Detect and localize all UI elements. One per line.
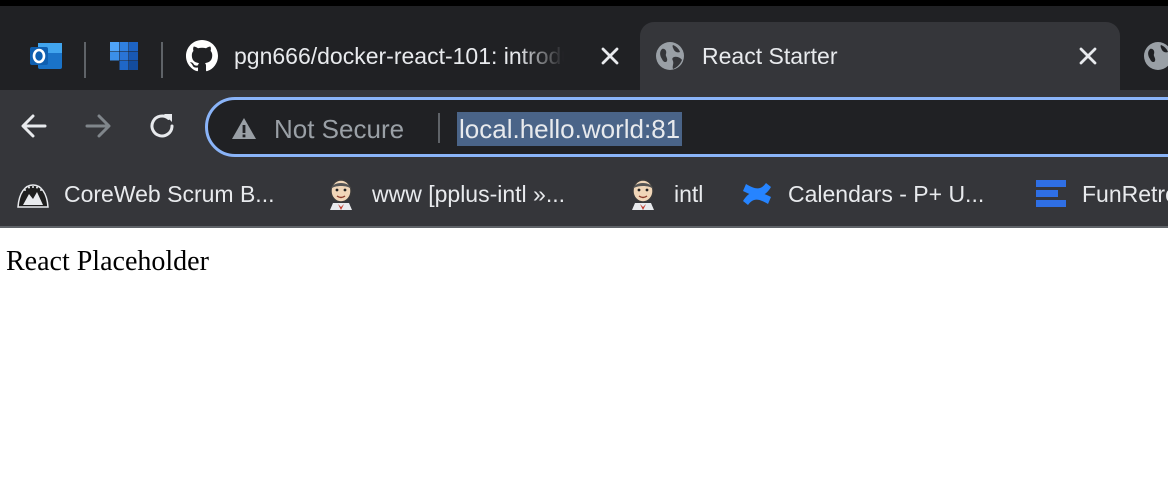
toolbar: Not Secure local.hello.world:81 [0,90,1168,164]
pinned-tab-outlook[interactable] [22,32,70,80]
funretro-icon [1036,180,1066,207]
address-divider [438,113,440,143]
forward-arrow-icon [85,114,111,138]
security-label[interactable]: Not Secure [274,112,404,146]
bookmarks-bar: CoreWeb Scrum B... www [pplus-intl »... [0,164,1168,226]
browser-chrome: pgn666/docker-react-101: introduction to… [0,0,1168,228]
bookmark-item[interactable]: FunRetro [1034,174,1168,214]
outlook-icon [30,43,62,69]
reload-icon [150,114,174,138]
page-placeholder-text: React Placeholder [6,246,209,277]
globe-icon[interactable] [1142,40,1168,72]
forward-button[interactable] [78,106,118,146]
jenkins-icon [330,179,352,210]
pinned-tab-tiles[interactable] [100,32,148,80]
bookmark-label: intl [674,180,704,207]
bookmark-label: FunRetro [1082,180,1168,207]
back-button[interactable] [14,106,54,146]
bookmark-item[interactable]: intl [626,174,703,214]
confluence-icon [743,183,771,205]
bookmark-item[interactable]: www [pplus-intl »... [324,174,565,214]
tab-divider [84,42,86,78]
github-icon [186,40,218,72]
tab-strip: pgn666/docker-react-101: introduction to… [0,6,1168,90]
jenkins-icon [632,179,654,210]
tab-react-starter[interactable]: React Starter [640,22,1120,90]
tab-title: React Starter [702,43,838,69]
back-arrow-icon [21,114,47,138]
close-icon[interactable] [1074,42,1102,70]
tab-github[interactable]: pgn666/docker-react-101: introduction to… [172,22,638,90]
bookmark-label: CoreWeb Scrum B... [64,180,275,207]
globe-icon [656,42,684,70]
tab-divider [161,42,163,78]
bookmark-item[interactable]: CoreWeb Scrum B... [16,174,274,214]
tab-title: pgn666/docker-react-101: introduction to… [234,43,564,69]
bookmark-label: Calendars - P+ U... [788,180,985,207]
app-tiles-icon [110,42,138,70]
paramount-logo-icon [17,184,49,208]
address-bar[interactable]: Not Secure local.hello.world:81 [205,97,1168,157]
page-content: React Placeholder [0,228,1168,502]
reload-button[interactable] [142,106,182,146]
bookmark-item[interactable]: Calendars - P+ U... [740,174,984,214]
url-text-selected[interactable]: local.hello.world:81 [457,112,683,146]
close-icon[interactable] [596,42,624,70]
warning-icon[interactable] [230,115,258,143]
bookmark-label: www [pplus-intl »... [372,180,566,207]
